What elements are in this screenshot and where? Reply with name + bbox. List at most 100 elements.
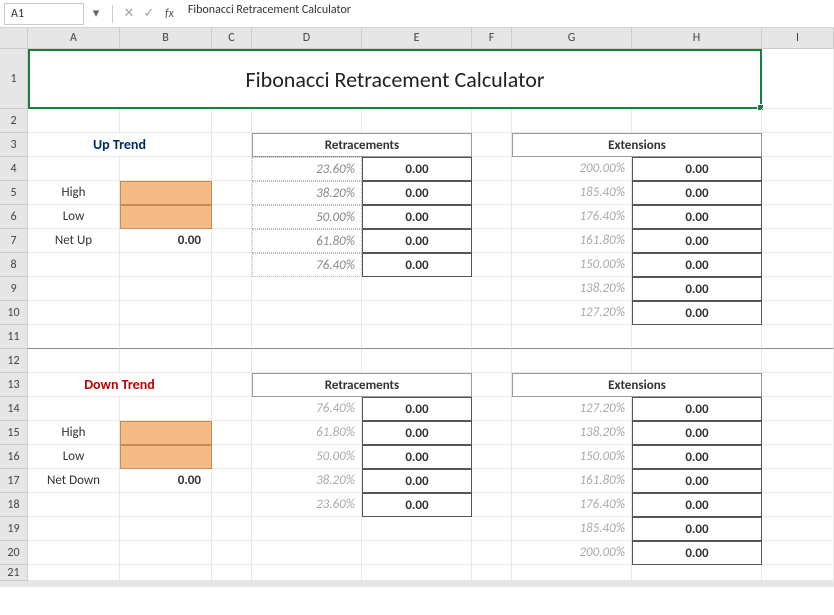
row-header[interactable]: 5 <box>0 181 28 205</box>
cell[interactable] <box>762 301 834 325</box>
net-up-value[interactable]: 0.00 <box>120 229 212 253</box>
cell[interactable] <box>632 349 762 373</box>
extensions-header[interactable]: Extensions <box>512 133 762 157</box>
row-header[interactable]: 13 <box>0 373 28 397</box>
retr-val[interactable]: 0.00 <box>362 205 472 229</box>
cell[interactable] <box>512 565 632 581</box>
cell[interactable] <box>362 565 472 581</box>
cell[interactable] <box>212 109 252 133</box>
page-title[interactable]: Fibonacci Retracement Calculator <box>28 49 762 109</box>
ext-val[interactable]: 0.00 <box>632 469 762 493</box>
cell[interactable] <box>762 157 834 181</box>
row-header[interactable]: 15 <box>0 421 28 445</box>
cell[interactable] <box>212 229 252 253</box>
retr-val[interactable]: 0.00 <box>362 157 472 181</box>
row-header[interactable]: 6 <box>0 205 28 229</box>
row-header[interactable]: 20 <box>0 541 28 565</box>
cell[interactable] <box>212 325 252 349</box>
retr-val[interactable]: 0.00 <box>362 421 472 445</box>
row-header[interactable]: 21 <box>0 565 28 581</box>
cell[interactable] <box>252 301 362 325</box>
cell[interactable] <box>472 253 512 277</box>
cell[interactable] <box>472 493 512 517</box>
ext-pct[interactable]: 161.80% <box>512 469 632 493</box>
ext-pct[interactable]: 200.00% <box>512 541 632 565</box>
cell[interactable] <box>28 157 120 181</box>
col-header[interactable]: A <box>28 28 120 48</box>
cell[interactable] <box>362 301 472 325</box>
cell[interactable] <box>120 277 212 301</box>
row-header[interactable]: 12 <box>0 349 28 373</box>
cell[interactable] <box>362 325 472 349</box>
cell[interactable] <box>762 181 834 205</box>
spreadsheet-grid[interactable]: A B C D E F G H I 1 Fibonacci Retracemen… <box>0 28 834 587</box>
name-box[interactable]: A1 <box>4 3 84 25</box>
col-header[interactable]: H <box>632 28 762 48</box>
cell[interactable] <box>28 565 120 581</box>
cell[interactable] <box>472 397 512 421</box>
cell[interactable] <box>362 349 472 373</box>
cell[interactable] <box>472 181 512 205</box>
cell[interactable] <box>120 325 212 349</box>
col-header[interactable]: B <box>120 28 212 48</box>
formula-input[interactable]: Fibonacci Retracement Calculator <box>182 3 830 25</box>
cell[interactable] <box>472 349 512 373</box>
cell[interactable] <box>472 277 512 301</box>
row-header[interactable]: 11 <box>0 325 28 349</box>
high-label[interactable]: High <box>28 181 120 205</box>
row-header[interactable]: 10 <box>0 301 28 325</box>
row-header[interactable]: 3 <box>0 133 28 157</box>
ext-pct[interactable]: 176.40% <box>512 493 632 517</box>
cell[interactable] <box>120 397 212 421</box>
cell[interactable] <box>472 469 512 493</box>
cell[interactable] <box>120 253 212 277</box>
row-header[interactable]: 9 <box>0 277 28 301</box>
cell[interactable] <box>252 541 362 565</box>
enter-icon[interactable]: ✓ <box>141 6 157 21</box>
cell[interactable] <box>212 517 252 541</box>
cell[interactable] <box>28 277 120 301</box>
cell[interactable] <box>762 469 834 493</box>
net-down-value[interactable]: 0.00 <box>120 469 212 493</box>
col-header[interactable]: D <box>252 28 362 48</box>
cell[interactable] <box>212 493 252 517</box>
ext-pct[interactable]: 185.40% <box>512 181 632 205</box>
cell[interactable] <box>28 253 120 277</box>
ext-pct[interactable]: 150.00% <box>512 253 632 277</box>
cell[interactable] <box>252 349 362 373</box>
cell[interactable] <box>762 565 834 581</box>
extensions-header[interactable]: Extensions <box>512 373 762 397</box>
row-header[interactable]: 4 <box>0 157 28 181</box>
retr-val[interactable]: 0.00 <box>362 445 472 469</box>
cell[interactable] <box>762 49 834 109</box>
ext-pct[interactable]: 138.20% <box>512 421 632 445</box>
cell[interactable] <box>212 349 252 373</box>
retr-val[interactable]: 0.00 <box>362 229 472 253</box>
cell[interactable] <box>762 445 834 469</box>
cell[interactable] <box>212 181 252 205</box>
ext-val[interactable]: 0.00 <box>632 397 762 421</box>
row-header[interactable]: 17 <box>0 469 28 493</box>
cell[interactable] <box>212 157 252 181</box>
row-header[interactable]: 8 <box>0 253 28 277</box>
cell[interactable] <box>120 493 212 517</box>
cell[interactable] <box>28 541 120 565</box>
cell[interactable] <box>512 109 632 133</box>
ext-pct[interactable]: 150.00% <box>512 445 632 469</box>
cell[interactable] <box>120 541 212 565</box>
cancel-icon[interactable]: ✕ <box>121 6 137 21</box>
cell[interactable] <box>120 517 212 541</box>
cell[interactable] <box>632 325 762 349</box>
up-high-input[interactable] <box>120 181 212 205</box>
ext-pct[interactable]: 161.80% <box>512 229 632 253</box>
cell[interactable] <box>472 421 512 445</box>
ext-val[interactable]: 0.00 <box>632 205 762 229</box>
retr-pct[interactable]: 76.40% <box>252 253 362 277</box>
ext-pct[interactable]: 200.00% <box>512 157 632 181</box>
fx-icon[interactable]: fx <box>165 7 174 21</box>
ext-pct[interactable]: 176.40% <box>512 205 632 229</box>
retr-pct[interactable]: 50.00% <box>252 205 362 229</box>
cell[interactable] <box>212 541 252 565</box>
cell[interactable] <box>762 109 834 133</box>
select-all-corner[interactable] <box>0 28 28 48</box>
